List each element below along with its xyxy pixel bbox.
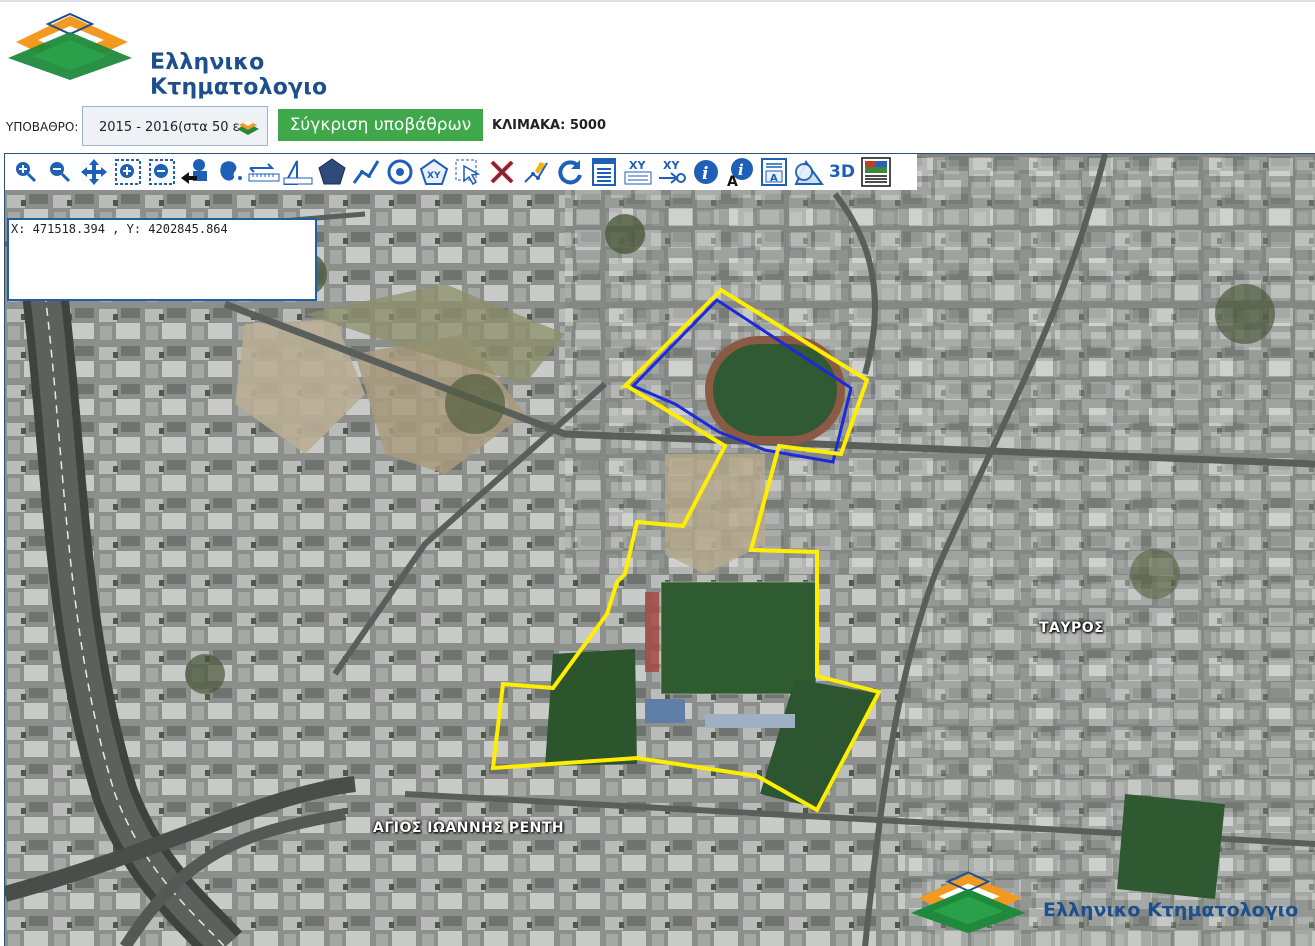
full-extent-icon[interactable] [213, 156, 247, 188]
line-icon[interactable] [349, 156, 383, 188]
coordinate-readout-box: X: 471518.394 , Y: 4202845.864 [7, 218, 317, 301]
top-border [0, 0, 1315, 2]
clear-icon[interactable] [485, 156, 519, 188]
point-icon[interactable] [383, 156, 417, 188]
print-icon[interactable] [859, 156, 893, 188]
info-icon[interactable]: i [689, 156, 723, 188]
coordinate-readout: X: 471518.394 , Y: 4202845.864 [11, 222, 228, 236]
list-icon[interactable] [587, 156, 621, 188]
svg-text:A: A [770, 173, 778, 184]
basemap-label: ΥΠΟΒΑΘΡΟ: [6, 120, 79, 134]
place-label-tavros: ΤΑΥΡΟΣ [1039, 620, 1105, 636]
basemap-value: 2015 - 2016(στα 50 ε [99, 120, 239, 135]
basemap-select[interactable]: 2015 - 2016(στα 50 ε [82, 106, 268, 146]
legend-icon[interactable]: A [757, 156, 791, 188]
spatial-query-icon[interactable] [791, 156, 825, 188]
cadastre-logo-mark [8, 12, 132, 80]
watermark-logo-mark [911, 871, 1026, 934]
layers-icon [237, 120, 259, 135]
svg-text:i: i [702, 164, 708, 184]
svg-text:i: i [738, 161, 744, 179]
polygon-icon[interactable] [315, 156, 349, 188]
xy-goto-icon[interactable]: XY [655, 156, 689, 188]
zoom-box-in-icon[interactable] [111, 156, 145, 188]
brand-name: Ελληνικο Κτηματολογιο [150, 50, 328, 100]
pan-icon[interactable] [77, 156, 111, 188]
svg-text:XY: XY [663, 159, 680, 172]
xy-polygon-icon[interactable]: XY [417, 156, 451, 188]
info-text-icon[interactable]: iA [723, 156, 757, 188]
watermark-logo: Ελληνικο Κτηματολογιο [911, 861, 1315, 946]
compare-basemaps-button[interactable]: Σύγκριση υποβάθρων [278, 109, 483, 141]
zoom-out-icon[interactable] [43, 156, 77, 188]
svg-text:A: A [727, 174, 738, 187]
map-view[interactable]: XY XY XY i iA A 3D X: 471518.394 , Y: 42… [4, 153, 1315, 946]
3d-label: 3D [829, 162, 855, 182]
scale-readout: ΚΛΙΜΑΚΑ: 5000 [492, 118, 607, 133]
svg-text:XY: XY [427, 171, 441, 181]
place-label-agios-ioannis-renti: ΑΓΙΟΣ ΙΩΑΝΝΗΣ ΡΕΝΤΗ [373, 820, 565, 836]
zoom-box-out-icon[interactable] [145, 156, 179, 188]
measure-area-icon[interactable] [281, 156, 315, 188]
measure-distance-icon[interactable] [247, 156, 281, 188]
back-arrow-icon[interactable] [179, 156, 213, 188]
refresh-icon[interactable] [553, 156, 587, 188]
cadastre-logo: Ελληνικο Κτηματολογιο [8, 10, 428, 100]
zoom-in-icon[interactable] [9, 156, 43, 188]
3d-icon[interactable]: 3D [825, 156, 859, 188]
xy-input-icon[interactable]: XY [621, 156, 655, 188]
select-icon[interactable] [451, 156, 485, 188]
watermark-brand-name: Ελληνικο Κτηματολογιο [1043, 899, 1299, 921]
map-toolbar: XY XY XY i iA A 3D [5, 154, 917, 190]
edit-vertex-icon[interactable] [519, 156, 553, 188]
svg-text:XY: XY [629, 159, 646, 172]
